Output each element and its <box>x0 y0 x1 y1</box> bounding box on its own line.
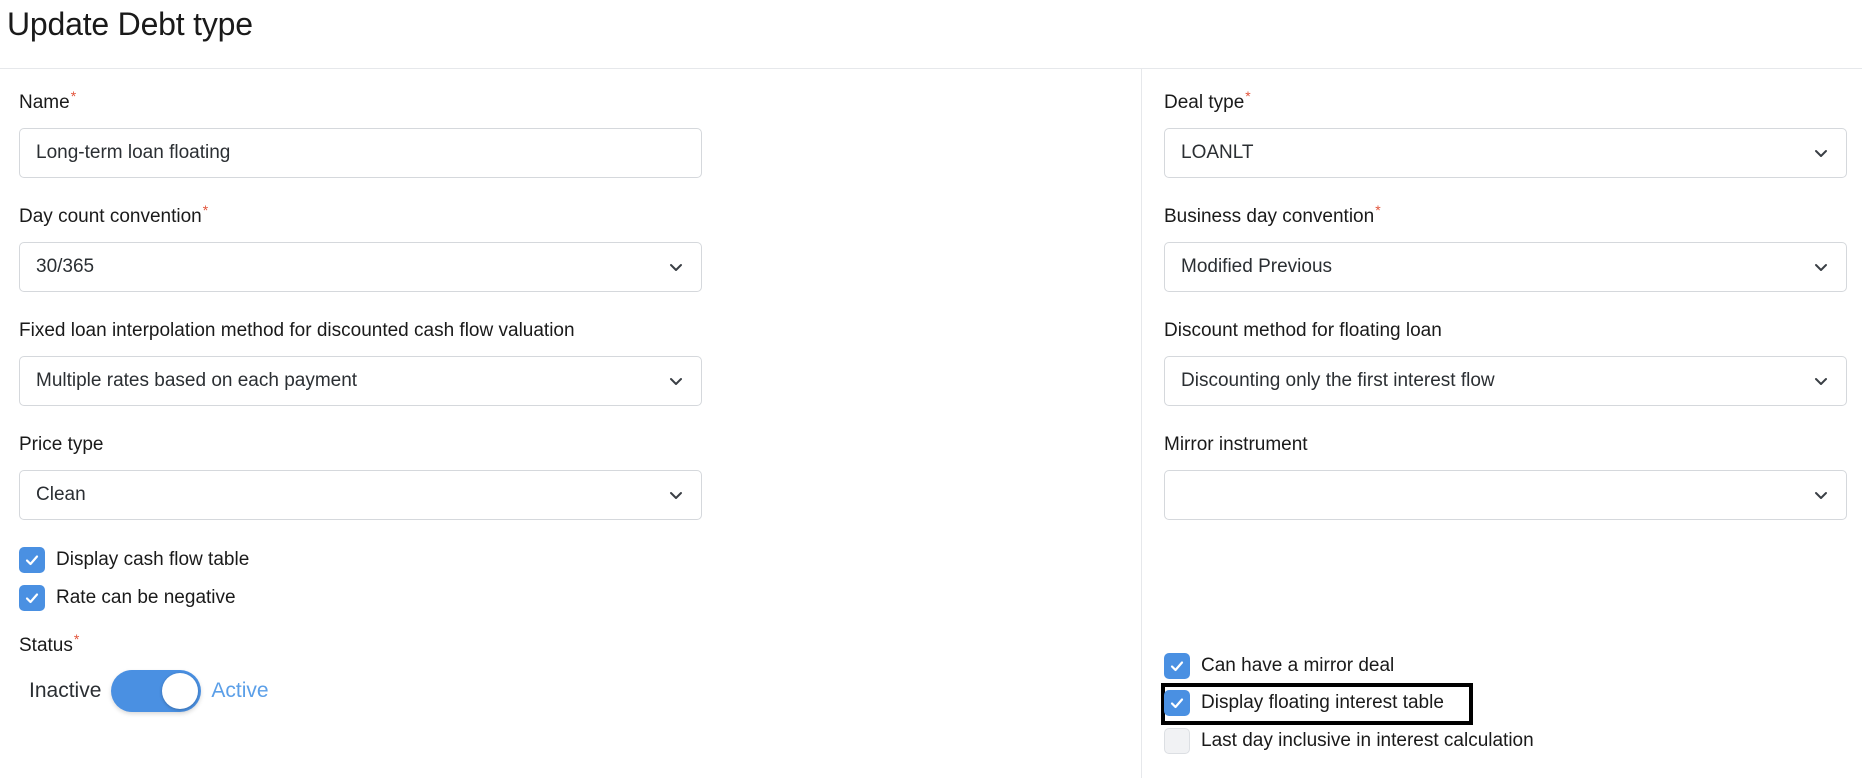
checkbox-label: Rate can be negative <box>56 587 236 608</box>
deal-type-field-label: Deal type* <box>1164 88 1251 113</box>
mirror-instrument-field-label: Mirror instrument <box>1164 434 1308 455</box>
chevron-down-icon <box>1815 264 1827 271</box>
required-marker: * <box>202 202 209 218</box>
required-marker: * <box>1245 88 1251 104</box>
check-icon <box>1170 661 1184 672</box>
day-count-select-value: 30/365 <box>36 256 95 277</box>
display-cash-flow-table-checkbox[interactable]: Display cash flow table <box>19 547 249 573</box>
chevron-down-icon <box>1815 378 1827 385</box>
price-type-select[interactable]: Clean <box>19 470 702 520</box>
chevron-down-icon <box>1815 492 1827 499</box>
deal-type-select-value: LOANLT <box>1181 142 1254 163</box>
page-title: Update Debt type <box>7 6 253 42</box>
mirror-instrument-select[interactable] <box>1164 470 1847 520</box>
chevron-down-icon <box>1815 150 1827 157</box>
check-icon <box>1170 698 1184 709</box>
day-count-field-label: Day count convention* <box>19 202 209 227</box>
discount-method-select[interactable]: Discounting only the first interest flow <box>1164 356 1847 406</box>
status-toggle-group: Inactive Active <box>29 670 269 712</box>
chevron-down-icon <box>670 378 682 385</box>
header-divider <box>0 68 1862 69</box>
business-day-select[interactable]: Modified Previous <box>1164 242 1847 292</box>
rate-can-be-negative-checkbox[interactable]: Rate can be negative <box>19 585 236 611</box>
last-day-inclusive-checkbox[interactable]: Last day inclusive in interest calculati… <box>1164 728 1534 754</box>
chevron-down-icon <box>670 492 682 499</box>
price-type-select-value: Clean <box>36 484 86 505</box>
business-day-select-value: Modified Previous <box>1181 256 1333 277</box>
interpolation-select[interactable]: Multiple rates based on each payment <box>19 356 702 406</box>
column-divider <box>1141 69 1142 778</box>
interpolation-select-value: Multiple rates based on each payment <box>36 370 358 391</box>
check-icon <box>25 555 39 566</box>
checkbox-label: Can have a mirror deal <box>1201 655 1395 676</box>
required-marker: * <box>70 88 77 104</box>
status-toggle[interactable] <box>111 670 202 712</box>
checkbox-box[interactable] <box>19 547 45 573</box>
toggle-knob <box>162 673 199 709</box>
discount-method-field-label: Discount method for floating loan <box>1164 320 1442 341</box>
required-marker: * <box>73 631 80 647</box>
business-day-field-label: Business day convention* <box>1164 202 1381 227</box>
status-inactive-label: Inactive <box>29 679 102 702</box>
checkbox-box[interactable] <box>19 585 45 611</box>
check-icon <box>25 593 39 604</box>
checkbox-label: Last day inclusive in interest calculati… <box>1201 730 1534 751</box>
day-count-select[interactable]: 30/365 <box>19 242 702 292</box>
name-input-value: Long-term loan floating <box>36 142 231 163</box>
can-have-mirror-deal-checkbox[interactable]: Can have a mirror deal <box>1164 653 1394 679</box>
chevron-down-icon <box>670 264 682 271</box>
deal-type-select[interactable]: LOANLT <box>1164 128 1847 178</box>
checkbox-box[interactable] <box>1164 690 1190 716</box>
name-input[interactable]: Long-term loan floating <box>19 128 702 178</box>
checkbox-box[interactable] <box>1164 728 1190 754</box>
status-field-label: Status* <box>19 631 80 656</box>
checkbox-box[interactable] <box>1164 653 1190 679</box>
name-field-label: Name* <box>19 88 77 113</box>
status-active-label: Active <box>211 679 269 702</box>
checkbox-label: Display cash flow table <box>56 549 250 570</box>
discount-method-select-value: Discounting only the first interest flow <box>1181 370 1495 391</box>
checkbox-label: Display floating interest table <box>1201 692 1444 713</box>
required-marker: * <box>1375 202 1381 218</box>
price-type-field-label: Price type <box>19 434 104 455</box>
display-floating-interest-table-checkbox[interactable]: Display floating interest table <box>1164 690 1444 716</box>
interpolation-field-label: Fixed loan interpolation method for disc… <box>19 320 575 341</box>
